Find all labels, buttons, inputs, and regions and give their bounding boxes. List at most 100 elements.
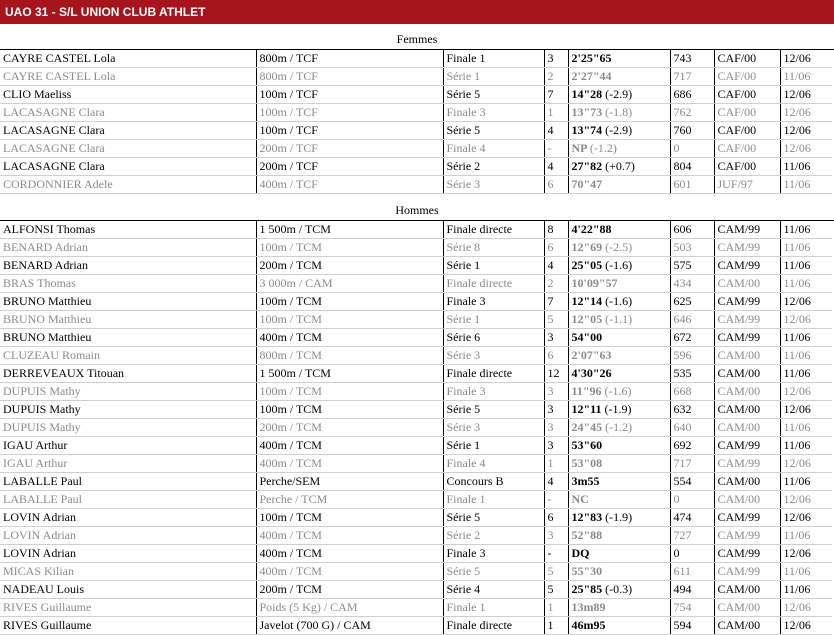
performance-value: 52"88 [571,528,603,542]
athlete-name-cell: LOVIN Adrian [0,526,256,545]
category-cell: CAM/99 [713,454,780,473]
points-cell: 625 [669,292,714,311]
points-cell: 743 [669,50,714,68]
wind-value: (-1.8) [605,105,633,119]
athlete-name-cell: IGAU Arthur [0,454,256,473]
date-cell: 12/06 [779,139,832,158]
category-cell: CAM/00 [713,400,780,419]
wind-value: (-1.9) [605,510,633,524]
table-row: CLIO Maeliss 100m / TCF Série 5 7 14"28 (-2.… [0,85,832,104]
table-row: LACASAGNE Clara 100m / TCF Série 5 4 13"74 (… [0,121,832,140]
athlete-name-cell: LOVIN Adrian [0,508,256,527]
event-cell: Javelot (700 G) / CAM [255,616,443,635]
category-cell: JUF/97 [713,175,780,194]
performance-value: 54"00 [571,330,603,344]
points-cell: 717 [669,67,714,86]
round-cell: Finale directe [442,274,544,293]
performance-cell: 24"45 (-1.2) [567,418,670,437]
performance-cell: 46m95 [567,616,670,635]
place-cell: 1 [543,598,568,617]
round-cell: Série 1 [442,436,544,455]
category-cell: CAM/00 [713,490,780,509]
category-cell: CAM/99 [713,310,780,329]
date-cell: 12/06 [779,544,832,563]
place-cell: - [543,139,568,158]
performance-cell: 2'27"44 [567,67,670,86]
performance-value: 2'27"44 [571,69,612,83]
section-title-hommes: Hommes [0,200,834,221]
table-row: DUPUIS Mathy 100m / TCM Série 5 3 12"11 (-1.… [0,400,832,419]
performance-cell: 52"88 [567,526,670,545]
performance-value: 25"85 [571,582,603,596]
athlete-name-cell: MICAS Kilian [0,562,256,581]
athlete-name-cell: CAYRE CASTEL Lola [0,67,256,86]
performance-cell: 70"47 [567,175,670,194]
athlete-name-cell: DERREVEAUX Titouan [0,364,256,383]
category-cell: CAM/00 [713,418,780,437]
performance-cell: 13"74 (-2.9) [567,121,670,140]
points-cell: 754 [669,598,714,617]
wind-value: (-1.6) [604,384,632,398]
performance-cell: 13m89 [567,598,670,617]
athlete-name-cell: BENARD Adrian [0,256,256,275]
table-row: NADEAU Louis 200m / TCM Série 4 5 25"85 (-0.… [0,580,832,599]
date-cell: 12/06 [779,454,832,473]
event-cell: 400m / TCM [255,436,443,455]
performance-cell: 54"00 [567,328,670,347]
round-cell: Série 5 [442,121,544,140]
place-cell: 8 [543,221,568,239]
performance-cell: 2'07"63 [567,346,670,365]
event-cell: 800m / TCF [255,50,443,68]
table-row: LACASAGNE Clara 200m / TCF Finale 4- NP (-1… [0,139,832,158]
athlete-name-cell: BRUNO Matthieu [0,310,256,329]
club-title: UAO 31 - S/L UNION CLUB ATHLET [5,5,206,19]
event-cell: 100m / TCF [255,103,443,122]
points-cell: 668 [669,382,714,401]
date-cell: 12/06 [779,121,832,140]
round-cell: Série 4 [442,580,544,599]
round-cell: Série 5 [442,85,544,104]
place-cell: - [543,490,568,509]
round-cell: Série 6 [442,328,544,347]
event-cell: 100m / TCM [255,508,443,527]
date-cell: 12/06 [779,382,832,401]
points-cell: 601 [669,175,714,194]
date-cell: 12/06 [779,508,832,527]
performance-cell: 2'25"65 [567,50,670,68]
place-cell: 5 [543,310,568,329]
performance-cell: 53"08 [567,454,670,473]
results-table: CAYRE CASTEL Lola 800m / TCF Finale 1 3 2'25… [0,50,832,194]
performance-cell: 53"60 [567,436,670,455]
place-cell: 1 [543,103,568,122]
table-row: DERREVEAUX Titouan 1 500m / TCM Finale dir… [0,364,832,383]
wind-value: (-1.2) [589,141,617,155]
place-cell: 7 [543,292,568,311]
round-cell: Série 1 [442,256,544,275]
performance-value: 25"05 [571,258,603,272]
date-cell: 12/06 [779,85,832,104]
table-row: ALFONSI Thomas 1 500m / TCM Finale directe… [0,221,832,239]
category-cell: CAM/99 [713,508,780,527]
place-cell: 5 [543,580,568,599]
date-cell: 11/06 [779,562,832,581]
event-cell: 100m / TCM [255,238,443,257]
round-cell: Finale directe [442,616,544,635]
date-cell: 11/06 [779,526,832,545]
event-cell: 400m / TCM [255,526,443,545]
date-cell: 11/06 [779,418,832,437]
category-cell: CAF/00 [713,121,780,140]
round-cell: Série 2 [442,526,544,545]
event-cell: 200m / TCF [255,157,443,176]
table-row: RIVES Guillaume Poids (5 Kg) / CAM Finale … [0,598,832,617]
place-cell: 3 [543,382,568,401]
performance-value: 13m89 [571,600,606,614]
category-cell: CAM/00 [713,346,780,365]
category-cell: CAM/99 [713,526,780,545]
round-cell: Série 3 [442,346,544,365]
category-cell: CAF/00 [713,67,780,86]
place-cell: 1 [543,616,568,635]
athlete-name-cell: IGAU Arthur [0,436,256,455]
round-cell: Finale directe [442,221,544,239]
athlete-name-cell: BENARD Adrian [0,238,256,257]
performance-value: 70"47 [571,177,603,191]
